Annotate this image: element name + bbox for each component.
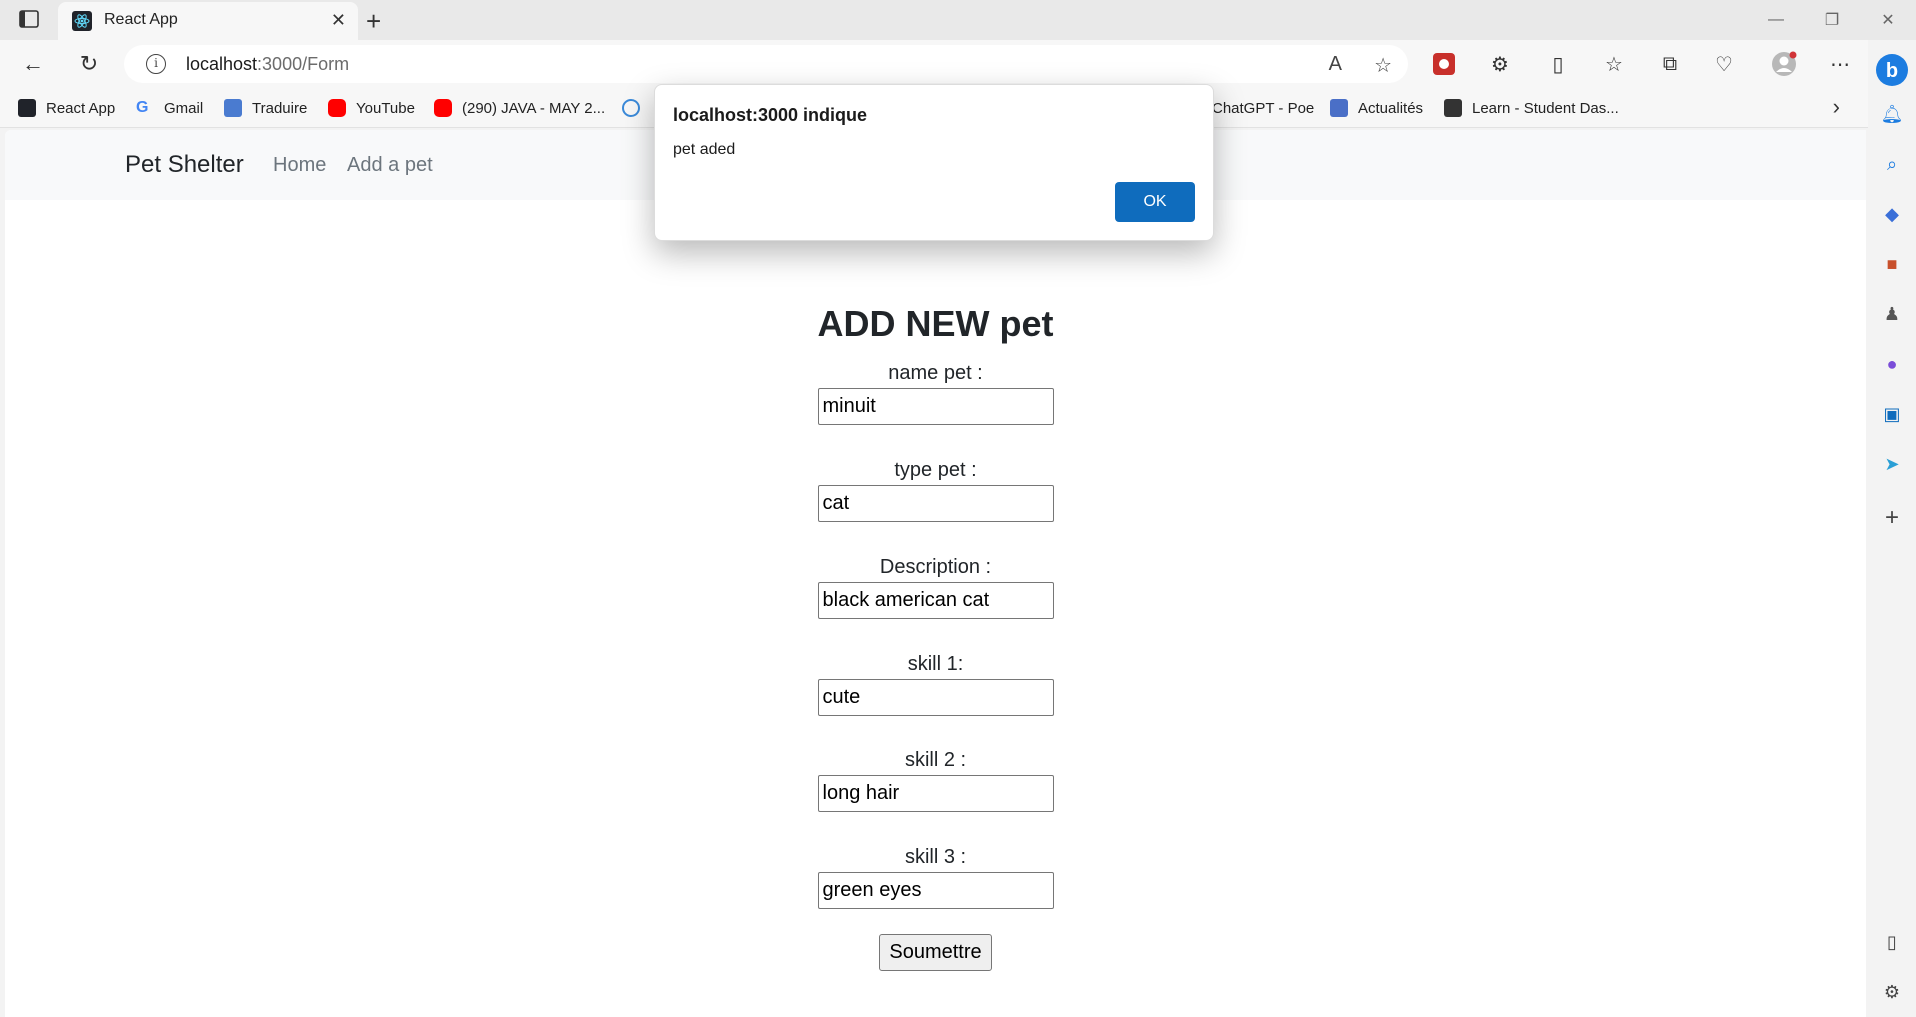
extensions-puzzle-icon[interactable]: ⚙ — [1486, 50, 1514, 78]
favorite-label: Traduire — [252, 99, 308, 117]
favorites-icon[interactable]: ☆ — [1600, 50, 1628, 78]
dialog-ok-button[interactable]: OK — [1115, 182, 1195, 222]
favorite-label: React App — [46, 99, 116, 117]
nav-link-home[interactable]: Home — [273, 154, 326, 177]
field-label: type pet : — [894, 459, 977, 481]
nav-link-add-pet[interactable]: Add a pet — [347, 154, 433, 177]
bing-copilot-icon[interactable]: b — [1874, 52, 1910, 88]
field-skill-2: skill 2 : — [5, 747, 1866, 812]
microsoft-365-icon[interactable]: ● — [1880, 352, 1904, 376]
browser-tab[interactable]: React App ✕ — [58, 2, 358, 40]
learn-icon — [1444, 99, 1462, 117]
profile-avatar[interactable] — [1770, 50, 1798, 78]
field-skill-1: skill 1: — [5, 651, 1866, 716]
close-tab-icon[interactable]: ✕ — [331, 10, 346, 31]
favorite-label: ChatGPT - Poe — [1212, 99, 1315, 117]
add-sidebar-app-icon[interactable]: + — [1880, 504, 1904, 531]
shopping-tag-icon[interactable]: ◆ — [1880, 202, 1904, 226]
close-window-icon[interactable]: ✕ — [1860, 0, 1916, 40]
favorite-react-app[interactable]: React App — [18, 97, 115, 119]
svg-text:b: b — [1886, 60, 1898, 82]
favorite-actualites[interactable]: Actualités — [1330, 97, 1423, 119]
field-label: name pet : — [888, 362, 983, 384]
field-label: skill 2 : — [904, 749, 967, 771]
favorite-traduire[interactable]: Traduire — [224, 97, 307, 119]
favorite-youtube[interactable]: YouTube — [328, 97, 415, 119]
refresh-icon[interactable]: ↻ — [74, 49, 104, 79]
favorite-label: YouTube — [356, 99, 415, 117]
url-text[interactable]: localhost:3000/Form — [186, 54, 349, 75]
url-host: localhost — [186, 54, 258, 74]
tools-icon[interactable]: ■ — [1880, 252, 1904, 276]
favorite-label: Gmail — [164, 99, 204, 117]
tab-title: React App — [104, 11, 178, 28]
skill-3-input[interactable] — [817, 872, 1054, 909]
browser-essentials-icon[interactable]: ♡ — [1710, 50, 1738, 78]
extension-icon[interactable] — [1430, 50, 1458, 78]
form-title: ADD NEW pet — [817, 303, 1054, 344]
new-tab-icon[interactable]: + — [366, 6, 381, 37]
youtube-icon — [434, 99, 452, 117]
collections-icon[interactable]: ⧉ — [1656, 50, 1684, 78]
dialog-message: pet aded — [673, 141, 736, 158]
favorite-learn[interactable]: Learn - Student Das... — [1444, 97, 1619, 119]
youtube-icon — [328, 99, 346, 117]
skill-2-input[interactable] — [817, 775, 1054, 812]
react-icon — [72, 11, 92, 31]
submit-button[interactable]: Soumettre — [879, 934, 992, 971]
chevron-right-icon[interactable]: › — [1833, 94, 1840, 120]
outlook-icon[interactable]: ▣ — [1880, 402, 1904, 426]
favorite-star-icon[interactable]: ☆ — [1374, 53, 1392, 78]
bell-icon[interactable]: 🔔︎ — [1880, 102, 1904, 126]
react-icon — [18, 99, 36, 117]
info-icon[interactable]: i — [146, 54, 166, 74]
favorite-gmail[interactable]: G Gmail — [136, 97, 203, 119]
favorite-label: (290) JAVA - MAY 2... — [462, 99, 606, 117]
browser-toolbar: ← ↻ i localhost:3000/Form A ☆ ⚙ ▯ ☆ ⧉ ♡ … — [0, 40, 1870, 88]
field-label: skill 1: — [907, 653, 964, 675]
field-label: skill 3 : — [904, 846, 967, 868]
field-label: Description : — [879, 556, 992, 578]
drop-icon[interactable]: ➤ — [1880, 452, 1904, 476]
google-icon: G — [136, 99, 149, 116]
news-icon — [1330, 99, 1348, 117]
window-controls: — ❐ ✕ — [1748, 0, 1916, 40]
description-input[interactable] — [817, 582, 1054, 619]
dialog-title: localhost:3000 indique — [673, 105, 868, 125]
favorite-java-video[interactable]: (290) JAVA - MAY 2... — [434, 97, 605, 119]
more-options-icon[interactable]: ⋯ — [1826, 50, 1854, 78]
react-icon — [622, 99, 640, 117]
tab-strip: React App ✕ + — ❐ ✕ — [0, 0, 1916, 40]
read-aloud-icon[interactable]: A — [1329, 53, 1342, 76]
field-description: Description : — [5, 554, 1866, 619]
brand-link[interactable]: Pet Shelter — [125, 151, 244, 179]
url-path: :3000/Form — [257, 54, 350, 74]
favorite-chatgpt-poe[interactable]: ChatGPT - Poe — [1212, 97, 1314, 119]
tab-actions-icon[interactable] — [18, 9, 42, 31]
split-screen-icon[interactable]: ▯ — [1544, 50, 1572, 78]
edge-sidebar: b 🔔︎ ⌕ ◆ ■ ♟ ● ▣ ➤ + ▯ ⚙ — [1868, 40, 1916, 1017]
minimize-icon[interactable]: — — [1748, 0, 1804, 40]
field-skill-3: skill 3 : — [5, 844, 1866, 909]
alert-dialog: localhost:3000 indique pet aded OK — [654, 84, 1214, 241]
favorite-label: Actualités — [1358, 99, 1424, 117]
search-icon[interactable]: ⌕ — [1880, 152, 1904, 176]
type-pet-input[interactable] — [817, 485, 1054, 522]
field-name-pet: name pet : — [5, 360, 1866, 425]
favorite-label: Learn - Student Das... — [1472, 99, 1619, 117]
favorite-react-docs[interactable] — [622, 97, 650, 119]
restore-icon[interactable]: ❐ — [1804, 0, 1860, 40]
address-bar[interactable]: i localhost:3000/Form A ☆ — [124, 45, 1408, 83]
name-pet-input[interactable] — [817, 388, 1054, 425]
settings-gear-icon[interactable]: ⚙ — [1880, 980, 1904, 1004]
back-icon[interactable]: ← — [18, 49, 48, 79]
translate-icon — [224, 99, 242, 117]
skill-1-input[interactable] — [817, 679, 1054, 716]
page-content: Pet Shelter Home Add a pet ADD NEW pet n… — [5, 130, 1866, 1017]
games-icon[interactable]: ♟ — [1880, 302, 1904, 326]
field-type-pet: type pet : — [5, 457, 1866, 522]
sidebar-toggle-icon[interactable]: ▯ — [1880, 930, 1904, 954]
